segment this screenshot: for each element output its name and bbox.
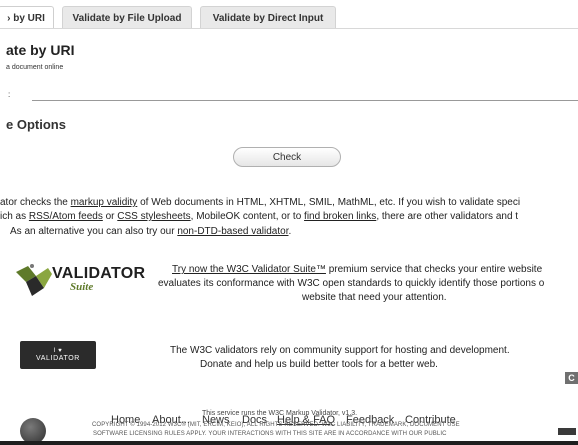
bottom-bar [0, 441, 578, 445]
address-input[interactable] [32, 86, 578, 101]
donate-line-2: Donate and help us build better tools fo… [200, 359, 438, 370]
copyright-line-2: SOFTWARE LICENSING RULES APPLY. YOUR INT… [93, 431, 447, 437]
intro-text: As an alternative you can also try our [10, 226, 178, 237]
suite-line-2: evaluates its conformance with W3C open … [158, 278, 545, 289]
find-broken-links-link[interactable]: find broken links [304, 211, 376, 222]
validator-version-note: This service runs the W3C Markup Validat… [202, 410, 358, 417]
intro-text: ator checks the [0, 197, 71, 208]
donate-line-1: The W3C validators rely on community sup… [170, 345, 510, 356]
validator-suite-subword: Suite [70, 281, 94, 293]
corner-badge-icon [558, 428, 576, 435]
intro-line-3: As an alternative you can also try our n… [10, 226, 291, 237]
tab-divider [0, 28, 578, 29]
tab-validate-by-file-upload[interactable]: Validate by File Upload [62, 6, 192, 29]
intro-line-2: ich as RSS/Atom feeds or CSS stylesheets… [0, 211, 518, 222]
badge-label: VALIDATOR [36, 355, 80, 362]
markup-validity-link[interactable]: markup validity [71, 197, 138, 208]
address-label: : [8, 90, 11, 99]
non-dtd-validator-link[interactable]: non-DTD-based validator [177, 226, 288, 237]
more-options-toggle[interactable]: e Options [6, 117, 66, 132]
intro-text: or [102, 211, 118, 222]
side-feedback-icon[interactable]: C [565, 372, 578, 384]
tab-validate-by-uri[interactable]: › by URI [0, 6, 54, 29]
check-button[interactable]: Check [233, 147, 341, 167]
validator-suite-wordmark: VALIDATOR [52, 265, 146, 282]
intro-text: , MobileOK content, or to [190, 211, 305, 222]
intro-text: of Web documents in HTML, XHTML, SMIL, M… [137, 197, 521, 208]
intro-text: , there are other validators and t [376, 211, 519, 222]
i-love-validator-badge[interactable]: I ♥ VALIDATOR [20, 341, 96, 369]
intro-text: ich as [0, 211, 29, 222]
css-stylesheets-link[interactable]: CSS stylesheets [117, 211, 190, 222]
heart-icon: I ♥ [53, 348, 63, 354]
copyright-line-1: COPYRIGHT © 1994-2012 W3C® (MIT, ERCIM, … [92, 422, 460, 428]
validation-tabs: › by URI Validate by File Upload Validat… [0, 0, 578, 30]
tab-validate-by-direct-input[interactable]: Validate by Direct Input [200, 6, 336, 29]
suite-line-3: website that need your attention. [302, 292, 447, 303]
intro-line-1: ator checks the markup validity of Web d… [0, 197, 520, 208]
validator-suite-emblem-icon [16, 264, 52, 296]
suite-text: premium service that checks your entire … [325, 264, 543, 275]
section-subtitle: a document online [6, 64, 64, 71]
suite-line-1: Try now the W3C Validator Suite™ premium… [172, 264, 542, 275]
validator-suite-link[interactable]: Try now the W3C Validator Suite™ [172, 264, 326, 275]
section-title: ate by URI [6, 42, 75, 58]
rss-atom-feeds-link[interactable]: RSS/Atom feeds [29, 211, 103, 222]
intro-text: . [288, 226, 292, 237]
